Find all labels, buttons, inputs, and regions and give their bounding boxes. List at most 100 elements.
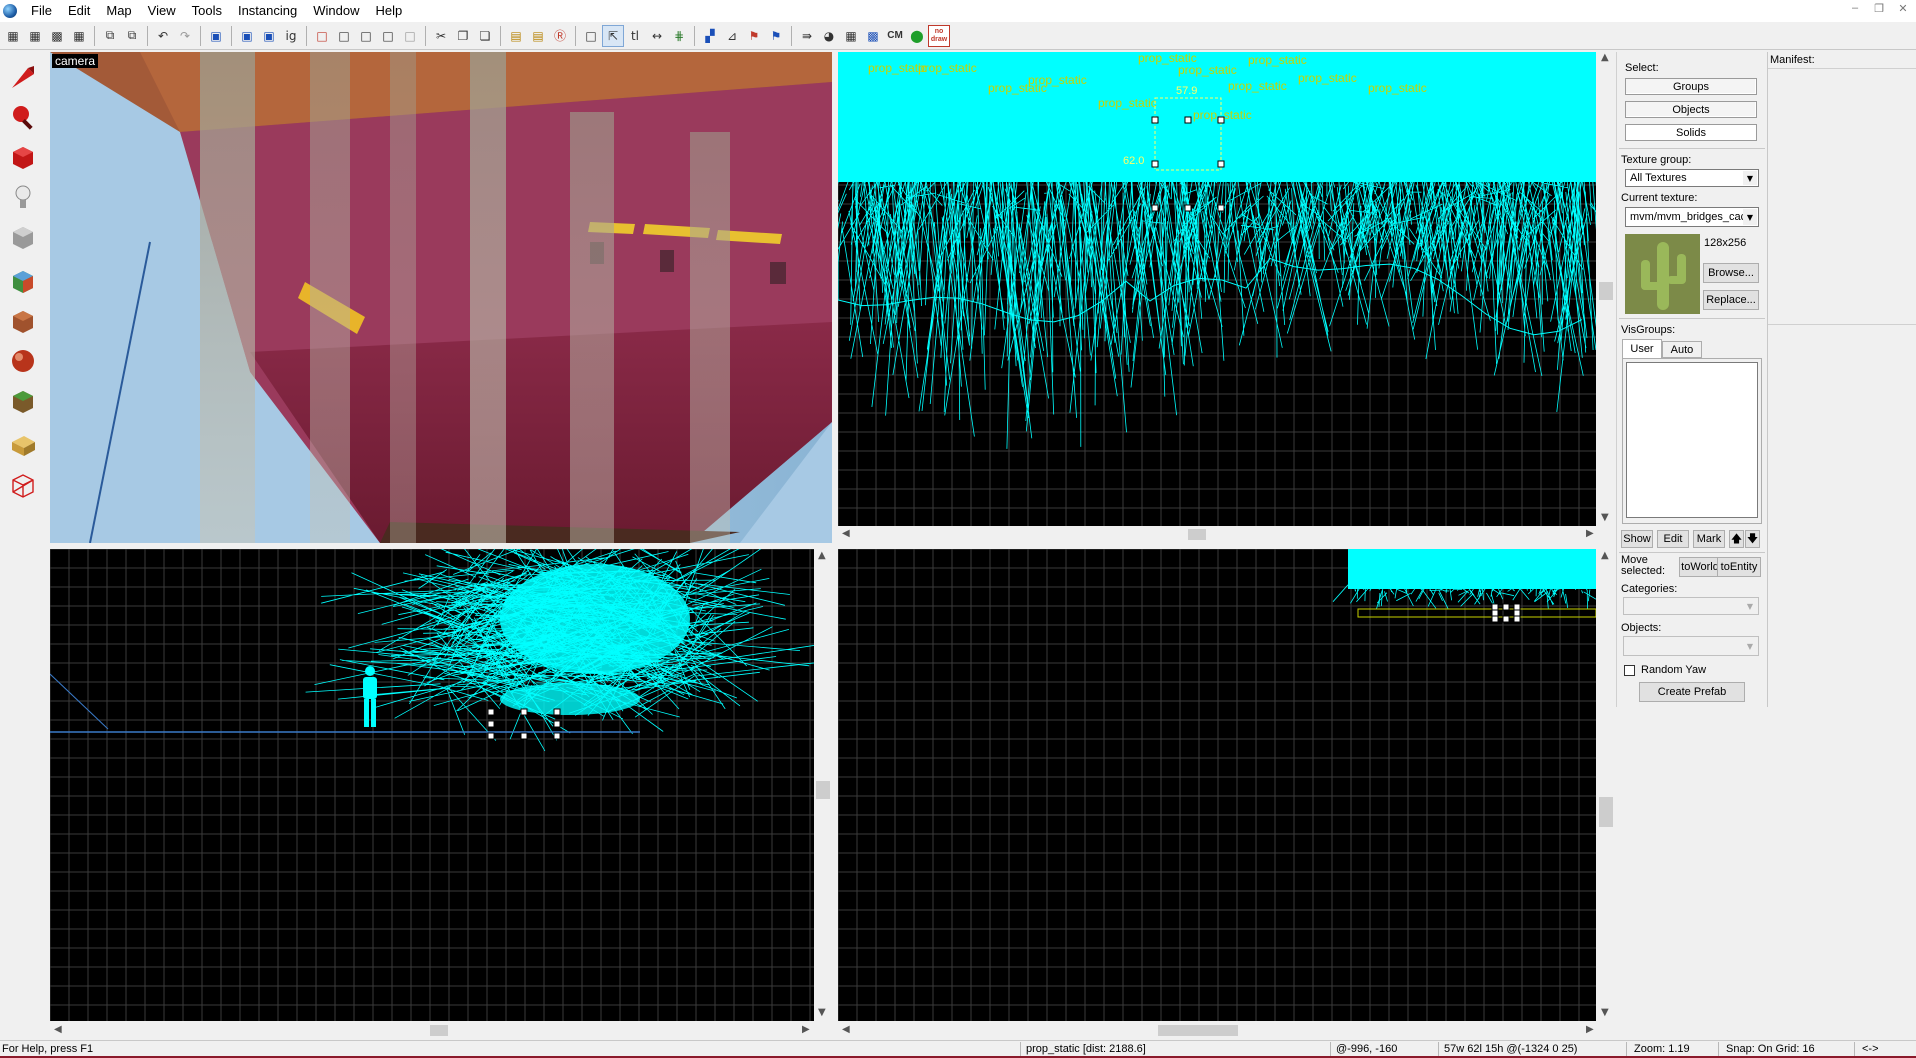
clip-icon[interactable]: ⊿ xyxy=(721,25,743,47)
vertex-tool-icon[interactable]: ⋕ xyxy=(668,25,690,47)
smoothing-groups-icon[interactable]: ↔ xyxy=(646,25,668,47)
cubemap-button[interactable]: CM xyxy=(884,25,906,47)
selection-handles[interactable] xyxy=(1491,603,1521,623)
texture-preview[interactable] xyxy=(1625,234,1700,314)
scroll-left-icon[interactable]: ◀ xyxy=(842,528,850,539)
select-by-handles-icon[interactable]: ⇱ xyxy=(602,24,624,47)
grid-3d-icon[interactable]: ▦ xyxy=(24,25,46,47)
selection-tool[interactable] xyxy=(6,60,40,94)
current-texture-dropdown[interactable]: mvm/mvm_bridges_cac ▼ xyxy=(1625,207,1759,227)
apply-current-texture-tool[interactable] xyxy=(6,304,40,338)
world-icon[interactable]: ◕ xyxy=(818,25,840,47)
redo-icon[interactable]: ↷ xyxy=(174,25,196,47)
create-prefab-button[interactable]: Create Prefab xyxy=(1639,682,1745,702)
visgroup-mark-button[interactable]: Mark xyxy=(1693,530,1725,548)
select-objects-button[interactable]: Objects xyxy=(1625,101,1757,118)
overlay-tool[interactable] xyxy=(6,384,40,418)
menu-file[interactable]: File xyxy=(23,0,60,22)
grid-smaller-icon[interactable]: ▩ xyxy=(46,25,68,47)
clipping-tool[interactable] xyxy=(6,428,40,462)
scroll-left-icon[interactable]: ◀ xyxy=(842,1024,850,1035)
scroll-up-icon[interactable]: ▲ xyxy=(1601,550,1609,561)
scroll-thumb[interactable] xyxy=(430,1025,448,1036)
bottom-right-vscroll[interactable]: ▲ ▼ xyxy=(1596,549,1616,1021)
toggle-helpers-icon[interactable]: ▤ xyxy=(505,25,527,47)
visgroups-list[interactable] xyxy=(1626,362,1758,518)
to-entity-button[interactable]: toEntity xyxy=(1717,557,1761,577)
bottom-right-2d-view[interactable] xyxy=(838,549,1596,1021)
texture-scale-lock-icon[interactable]: ▣ xyxy=(258,25,280,47)
hide-unselected-icon[interactable]: □ xyxy=(333,25,355,47)
copy-icon[interactable]: ❐ xyxy=(452,25,474,47)
group-icon[interactable]: ⧉ xyxy=(99,25,121,47)
ignore-groups-icon[interactable]: ig xyxy=(280,25,302,47)
restore-icon[interactable]: ❐ xyxy=(1870,2,1888,15)
hide-selection-icon[interactable]: □ xyxy=(311,25,333,47)
texture-group-dropdown[interactable]: All Textures ▼ xyxy=(1625,169,1759,187)
objects-dropdown[interactable]: ▼ xyxy=(1623,636,1759,656)
browse-button[interactable]: Browse... xyxy=(1703,263,1759,283)
nodraw-button[interactable]: no draw xyxy=(928,24,950,47)
close-icon[interactable]: ✕ xyxy=(1894,2,1912,15)
toggle-models-icon[interactable]: ▤ xyxy=(527,25,549,47)
cut-icon[interactable]: ✂ xyxy=(430,25,452,47)
selection-box-icon[interactable]: □ xyxy=(580,25,602,47)
entity-tool[interactable] xyxy=(6,180,40,214)
vertex-manipulation-tool[interactable] xyxy=(6,468,40,502)
select-solids-button[interactable]: Solids xyxy=(1625,124,1757,141)
top-right-hscroll[interactable]: ◀ ▶ xyxy=(838,526,1616,543)
compile-icon[interactable]: ⇛ xyxy=(796,25,818,47)
camera-tool[interactable] xyxy=(6,140,40,174)
magnify-tool[interactable] xyxy=(6,100,40,134)
show-all-icon[interactable]: □ xyxy=(355,25,377,47)
menu-map[interactable]: Map xyxy=(98,0,139,22)
tab-user[interactable]: User xyxy=(1622,339,1662,358)
green-sphere-icon[interactable]: ⬤ xyxy=(906,25,928,47)
menu-help[interactable]: Help xyxy=(367,0,410,22)
scroll-thumb[interactable] xyxy=(1158,1025,1238,1036)
menu-window[interactable]: Window xyxy=(305,0,367,22)
paste-icon[interactable]: ❏ xyxy=(474,25,496,47)
scroll-up-icon[interactable]: ▲ xyxy=(818,550,826,561)
texture-lock-icon[interactable]: ▣ xyxy=(236,25,258,47)
scroll-down-icon[interactable]: ▼ xyxy=(1601,512,1609,523)
scroll-down-icon[interactable]: ▼ xyxy=(818,1007,826,1018)
grid-larger-icon[interactable]: ▦ xyxy=(68,25,90,47)
visgroup-show-button[interactable]: Show xyxy=(1621,530,1653,548)
scroll-left-icon[interactable]: ◀ xyxy=(54,1024,62,1035)
texture-application-tool[interactable] xyxy=(6,264,40,298)
select-groups-button[interactable]: Groups xyxy=(1625,78,1757,95)
texture-lock-text-icon[interactable]: tl xyxy=(624,25,646,47)
menu-view[interactable]: View xyxy=(140,0,184,22)
bottom-left-2d-view[interactable] xyxy=(50,549,814,1021)
minimize-icon[interactable]: – xyxy=(1846,2,1864,15)
bottom-left-hscroll[interactable]: ◀ ▶ xyxy=(50,1021,832,1040)
scroll-thumb[interactable] xyxy=(1188,529,1206,540)
top-right-2d-view[interactable]: prop_static prop_static prop_static prop_st… xyxy=(838,52,1596,526)
move-up-icon[interactable]: 🡅 xyxy=(1729,530,1744,548)
ungroup-icon[interactable]: ⧉ xyxy=(121,25,143,47)
flag-blue-icon[interactable]: ⚑ xyxy=(765,25,787,47)
menu-tools[interactable]: Tools xyxy=(184,0,230,22)
flag-red-icon[interactable]: ⚑ xyxy=(743,25,765,47)
tab-auto[interactable]: Auto xyxy=(1662,341,1702,358)
block-tool[interactable] xyxy=(6,220,40,254)
decal-tool[interactable] xyxy=(6,344,40,378)
app-globe-icon[interactable] xyxy=(3,4,17,18)
bottom-right-hscroll[interactable]: ◀ ▶ xyxy=(838,1021,1616,1040)
replace-button[interactable]: Replace... xyxy=(1703,290,1759,310)
visgroup-edit-button[interactable]: Edit xyxy=(1657,530,1689,548)
top-right-vscroll[interactable]: ▲ ▼ xyxy=(1596,52,1616,526)
carve-icon[interactable]: ▣ xyxy=(205,25,227,47)
cordon-icon[interactable]: ▩ xyxy=(862,25,884,47)
move-down-icon[interactable]: 🡇 xyxy=(1745,530,1760,548)
scroll-right-icon[interactable]: ▶ xyxy=(802,1024,810,1035)
scroll-down-icon[interactable]: ▼ xyxy=(1601,1007,1609,1018)
scroll-thumb[interactable] xyxy=(1599,282,1613,300)
grid-toggle-icon[interactable]: ▦ xyxy=(2,25,24,47)
random-yaw-checkbox[interactable] xyxy=(1624,665,1635,676)
undo-icon[interactable]: ↶ xyxy=(152,25,174,47)
menu-edit[interactable]: Edit xyxy=(60,0,98,22)
radius-culling-icon[interactable]: Ⓡ xyxy=(549,25,571,47)
scroll-thumb[interactable] xyxy=(816,781,830,799)
